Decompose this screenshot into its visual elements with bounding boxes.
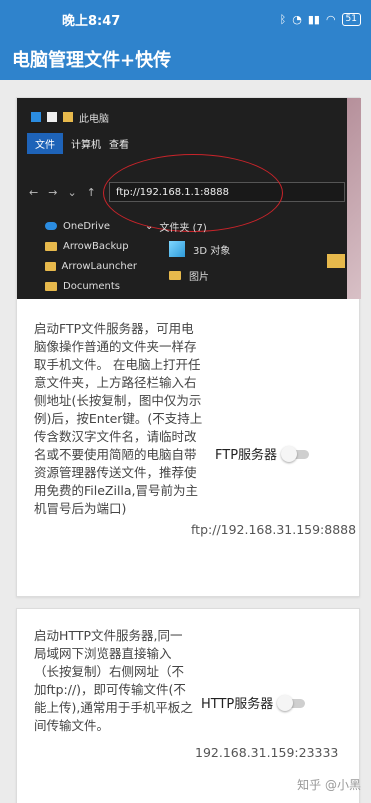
explorer-window: 此电脑 文件 计算机 查看 ← → ⌄ ↑ ftp://192.168.1.1:…: [17, 98, 347, 299]
nav-arrows: ← → ⌄ ↑: [17, 186, 107, 199]
status-time: 晚上8:47: [62, 13, 121, 29]
sidebar-item-onedrive: OneDrive: [17, 216, 137, 236]
explorer-content: ⌄ 文件夹 (7) 3D 对象 图片: [145, 216, 347, 288]
toggle-knob: [277, 694, 294, 711]
status-icons: ᛒ ◔ ▮▮ ◠ 51: [279, 12, 361, 26]
sidebar-item-arrowbackup: ArrowBackup: [17, 236, 137, 256]
ftp-server-toggle[interactable]: [281, 445, 311, 462]
watermark: 知乎 @小黑: [297, 778, 361, 792]
app-bar: 电脑管理文件+快传: [0, 38, 371, 80]
http-server-toggle[interactable]: [277, 694, 307, 711]
folder-icon: [169, 270, 181, 280]
ftp-server-toggle-row[interactable]: FTP服务器: [215, 444, 311, 463]
http-server-label: HTTP服务器: [201, 697, 274, 712]
folder-icon: [63, 112, 73, 122]
folder-icon: [45, 261, 56, 271]
page-title: 电脑管理文件+快传: [12, 50, 172, 71]
folder-icon: [45, 281, 57, 291]
cube-icon: [169, 241, 185, 257]
cloud-icon: [45, 222, 57, 230]
folder-item-pictures: 图片: [145, 262, 347, 288]
ftp-card: 此电脑 文件 计算机 查看 ← → ⌄ ↑ ftp://192.168.1.1:…: [16, 97, 361, 597]
http-description: 启动HTTP文件服务器,同一局域网下浏览器直接输入（长按复制）右侧网址（不加ft…: [34, 628, 193, 733]
wifi-icon: ◠: [325, 12, 336, 26]
alarm-icon: ◔: [292, 12, 302, 26]
ftp-address[interactable]: ftp://192.168.31.159:8888: [191, 522, 356, 537]
http-card: 启动HTTP文件服务器,同一局域网下浏览器直接输入（长按复制）右侧网址（不加ft…: [16, 608, 360, 803]
folder-icon: [327, 254, 345, 268]
status-bar: 晚上8:47 ᛒ ◔ ▮▮ ◠ 51: [0, 0, 371, 38]
forward-arrow-icon: →: [48, 185, 58, 199]
dropdown-icon: ⌄: [67, 185, 77, 199]
ftp-server-label: FTP服务器: [215, 448, 278, 463]
folder-item-3d: 3D 对象: [145, 236, 347, 262]
explorer-sidebar: OneDrive ArrowBackup ArrowLauncher Docum…: [17, 216, 137, 296]
sidebar-item-arrowlauncher: ArrowLauncher: [17, 256, 137, 276]
http-server-toggle-row[interactable]: HTTP服务器: [201, 693, 307, 712]
menu-file: 文件: [27, 132, 63, 154]
chevron-down-icon: ⌄: [145, 220, 154, 232]
explorer-titlebar: 此电脑: [17, 106, 347, 128]
check-icon: [47, 112, 57, 122]
signal-icon: ▮▮: [307, 12, 320, 26]
section-header: ⌄ 文件夹 (7): [145, 220, 207, 234]
sidebar-item-documents: Documents: [17, 276, 137, 296]
explorer-menu: 文件 计算机 查看: [17, 132, 347, 154]
battery-icon: 51: [341, 12, 361, 26]
menu-view: 查看: [109, 139, 129, 151]
toggle-knob: [281, 445, 298, 462]
bluetooth-icon: ᛒ: [279, 12, 287, 26]
menu-computer: 计算机: [71, 139, 101, 151]
folder-icon: [45, 241, 57, 251]
explorer-screenshot: 此电脑 文件 计算机 查看 ← → ⌄ ↑ ftp://192.168.1.1:…: [17, 98, 361, 299]
explorer-title: 此电脑: [79, 113, 109, 125]
ftp-description: 启动FTP文件服务器，可用电脑像操作普通的文件夹一样存取手机文件。 在电脑上打开…: [34, 321, 203, 516]
up-arrow-icon: ↑: [86, 185, 96, 199]
app-icon: [31, 112, 41, 122]
http-address[interactable]: 192.168.31.159:23333: [195, 745, 338, 760]
back-arrow-icon: ←: [29, 185, 39, 199]
